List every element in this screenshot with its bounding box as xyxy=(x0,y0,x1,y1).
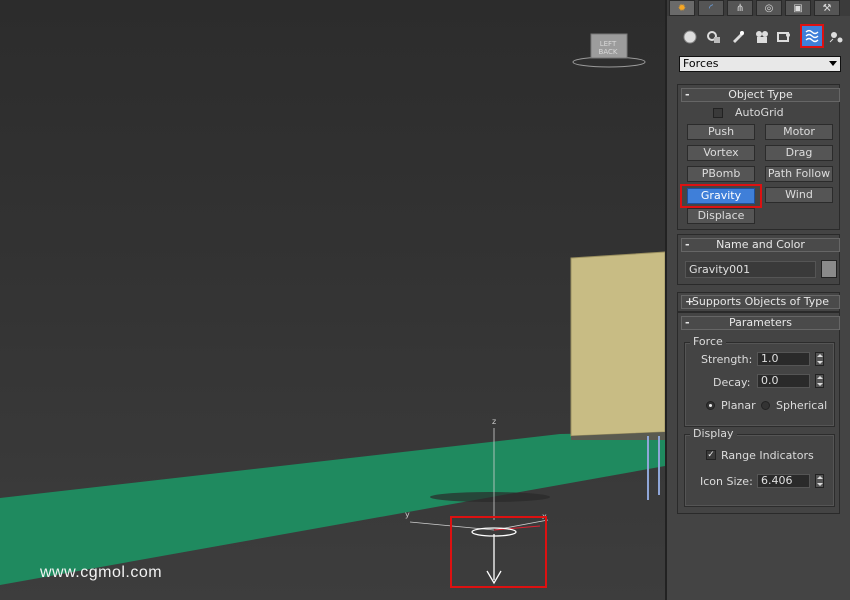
planar-label: Planar xyxy=(721,399,756,412)
display-icon: ▣ xyxy=(793,2,803,14)
collapse-sign: - xyxy=(685,316,690,329)
cameras-button[interactable] xyxy=(753,28,771,46)
hierarchy-icon: ⋔ xyxy=(735,2,745,14)
collapse-sign: - xyxy=(685,88,690,101)
cameras-icon xyxy=(756,31,768,43)
name-and-color-rollout: - Name and Color Gravity001 xyxy=(677,234,840,285)
wind-button[interactable]: Wind xyxy=(765,187,833,203)
drag-button[interactable]: Drag xyxy=(765,145,833,161)
range-indicators-checkbox[interactable]: ✓ xyxy=(706,450,716,460)
lights-button[interactable] xyxy=(729,28,747,46)
strength-field[interactable]: 1.0 xyxy=(757,352,810,366)
chevron-down-icon xyxy=(829,61,837,66)
systems-button[interactable] xyxy=(827,28,845,46)
view-cube-label: LEFT BACK xyxy=(598,40,618,56)
space-warps-icon xyxy=(805,29,819,43)
supports-objects-rollout: + Supports Objects of Type xyxy=(677,292,840,312)
push-button[interactable]: Push xyxy=(687,124,755,140)
object-type-rollout: - Object Type AutoGrid Push Motor Vortex… xyxy=(677,84,840,230)
parameters-rollout: - Parameters Force Strength: 1.0 Decay: … xyxy=(677,312,840,514)
icon-size-label: Icon Size: xyxy=(700,475,753,488)
motion-icon: ◎ xyxy=(764,2,774,14)
icon-size-field[interactable]: 6.406 xyxy=(757,474,810,488)
decay-field[interactable]: 0.0 xyxy=(757,374,810,388)
path-follow-button[interactable]: Path Follow xyxy=(765,166,833,182)
viewport-scene[interactable] xyxy=(0,0,665,600)
highlight-box-gravity-gizmo xyxy=(450,516,547,588)
geometry-icon xyxy=(683,30,697,44)
subcategory-value: Forces xyxy=(683,57,719,70)
highlight-box-gravity-button xyxy=(680,184,762,208)
motor-button[interactable]: Motor xyxy=(765,124,833,140)
floor-plane[interactable] xyxy=(0,432,665,585)
axis-y-label: y xyxy=(405,510,410,519)
name-and-color-header[interactable]: - Name and Color xyxy=(681,238,840,252)
create-icon: ✹ xyxy=(677,2,687,14)
collapse-sign: - xyxy=(685,238,690,251)
autogrid-checkbox[interactable] xyxy=(713,108,723,118)
space-warps-button[interactable] xyxy=(800,24,824,48)
displace-button[interactable]: Displace xyxy=(687,208,755,224)
command-panel-tabs: ✹ ◜ ⋔ ◎ ▣ ⚒ xyxy=(667,0,850,16)
force-group-title: Force xyxy=(690,335,726,348)
supports-objects-title: Supports Objects of Type xyxy=(691,295,830,308)
display-tab[interactable]: ▣ xyxy=(785,0,811,16)
spherical-radio[interactable] xyxy=(761,401,770,410)
strength-spinner[interactable] xyxy=(815,352,824,366)
watermark: www.cgmol.com xyxy=(40,564,163,581)
helpers-button[interactable] xyxy=(775,28,793,46)
hierarchy-tab[interactable]: ⋔ xyxy=(727,0,753,16)
utilities-icon: ⚒ xyxy=(822,2,832,14)
pbomb-button[interactable]: PBomb xyxy=(687,166,755,182)
utilities-tab[interactable]: ⚒ xyxy=(814,0,840,16)
category-toolbar xyxy=(667,22,850,54)
supports-objects-header[interactable]: + Supports Objects of Type xyxy=(681,295,840,309)
planar-radio[interactable] xyxy=(706,401,715,410)
icon-size-spinner[interactable] xyxy=(815,474,824,488)
expand-sign: + xyxy=(685,295,695,308)
decay-label: Decay: xyxy=(713,376,751,389)
strength-label: Strength: xyxy=(701,353,753,366)
wall-plane[interactable] xyxy=(570,251,665,437)
spherical-label: Spherical xyxy=(776,399,828,412)
subcategory-dropdown[interactable]: Forces xyxy=(679,56,841,72)
display-group-title: Display xyxy=(690,427,737,440)
range-indicators-label: Range Indicators xyxy=(721,449,814,462)
modify-icon: ◜ xyxy=(709,2,713,14)
shapes-button[interactable] xyxy=(705,28,723,46)
grid-shadow xyxy=(430,492,550,502)
geometry-button[interactable] xyxy=(681,28,699,46)
autogrid-label: AutoGrid xyxy=(735,106,784,119)
display-group: Display xyxy=(684,427,835,507)
object-type-header[interactable]: - Object Type xyxy=(681,88,840,102)
lights-icon xyxy=(733,31,744,43)
perspective-viewport[interactable]: z y x LEFT BACK www.cgmol.com xyxy=(0,0,665,600)
object-type-title: Object Type xyxy=(728,88,793,101)
vortex-button[interactable]: Vortex xyxy=(687,145,755,161)
axis-z-label: z xyxy=(492,417,497,426)
modify-tab[interactable]: ◜ xyxy=(698,0,724,16)
decay-spinner[interactable] xyxy=(815,374,824,388)
shapes-icon xyxy=(707,31,720,43)
object-name-field[interactable]: Gravity001 xyxy=(685,261,816,278)
helpers-icon xyxy=(777,32,790,42)
systems-icon xyxy=(829,32,843,43)
motion-tab[interactable]: ◎ xyxy=(756,0,782,16)
parameters-header[interactable]: - Parameters xyxy=(681,316,840,330)
name-and-color-title: Name and Color xyxy=(716,238,805,251)
create-tab[interactable]: ✹ xyxy=(669,0,695,16)
command-panel: ✹ ◜ ⋔ ◎ ▣ ⚒ Forces - Object Type AutoGri… xyxy=(665,0,850,600)
parameters-title: Parameters xyxy=(729,316,792,329)
object-color-swatch[interactable] xyxy=(821,260,837,278)
